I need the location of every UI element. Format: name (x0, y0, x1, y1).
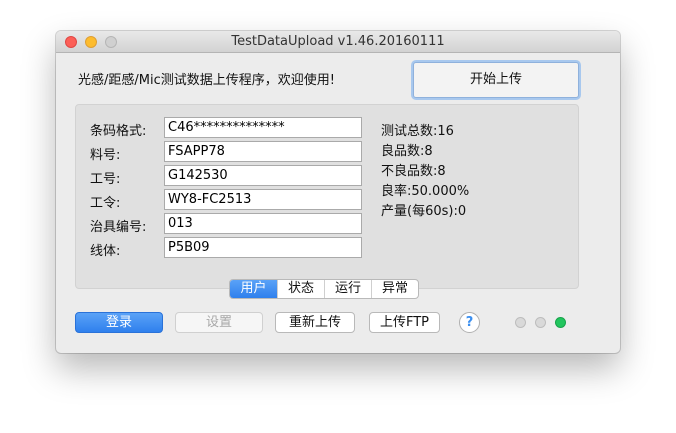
status-indicator-1 (515, 317, 526, 328)
welcome-text: 光感/距感/Mic测试数据上传程序，欢迎使用! (78, 73, 335, 88)
fixture-number-label: 治具编号: (90, 220, 147, 235)
reupload-button[interactable]: 重新上传 (275, 312, 355, 333)
start-upload-button[interactable]: 开始上传 (413, 62, 579, 98)
settings-button[interactable]: 设置 (175, 312, 263, 333)
total-tests-stat: 测试总数:16 (381, 124, 454, 139)
barcode-format-input[interactable] (164, 117, 362, 138)
help-icon[interactable]: ? (459, 312, 480, 333)
fixture-number-input[interactable] (164, 213, 362, 234)
tab-running[interactable]: 运行 (324, 280, 371, 298)
employee-id-input[interactable] (164, 165, 362, 186)
app-window: TestDataUpload v1.46.20160111 光感/距感/Mic测… (56, 31, 620, 353)
tab-exception[interactable]: 异常 (371, 280, 418, 298)
output-rate-stat: 产量(每60s):0 (381, 204, 467, 219)
good-count-stat: 良品数:8 (381, 144, 433, 159)
part-number-input[interactable] (164, 141, 362, 162)
work-order-label: 工令: (90, 196, 121, 211)
part-number-label: 料号: (90, 148, 121, 163)
window-title: TestDataUpload v1.46.20160111 (231, 34, 445, 49)
bad-count-stat: 不良品数:8 (381, 164, 446, 179)
barcode-format-label: 条码格式: (90, 124, 147, 139)
status-indicator-3 (555, 317, 566, 328)
tab-user[interactable]: 用户 (230, 280, 277, 298)
yield-rate-stat: 良率:50.000% (381, 184, 470, 199)
login-button[interactable]: 登录 (75, 312, 163, 333)
info-panel: 条码格式: 料号: 工号: 工令: 治具编号: 线体: 测试总数:16 良品数:… (75, 104, 579, 289)
status-indicator-2 (535, 317, 546, 328)
tab-status[interactable]: 状态 (277, 280, 324, 298)
work-order-input[interactable] (164, 189, 362, 210)
title-bar: TestDataUpload v1.46.20160111 (56, 31, 620, 53)
tab-bar: 用户 状态 运行 异常 (229, 279, 419, 299)
line-input[interactable] (164, 237, 362, 258)
employee-id-label: 工号: (90, 172, 121, 187)
upload-ftp-button[interactable]: 上传FTP (369, 312, 440, 333)
line-label: 线体: (90, 244, 121, 259)
